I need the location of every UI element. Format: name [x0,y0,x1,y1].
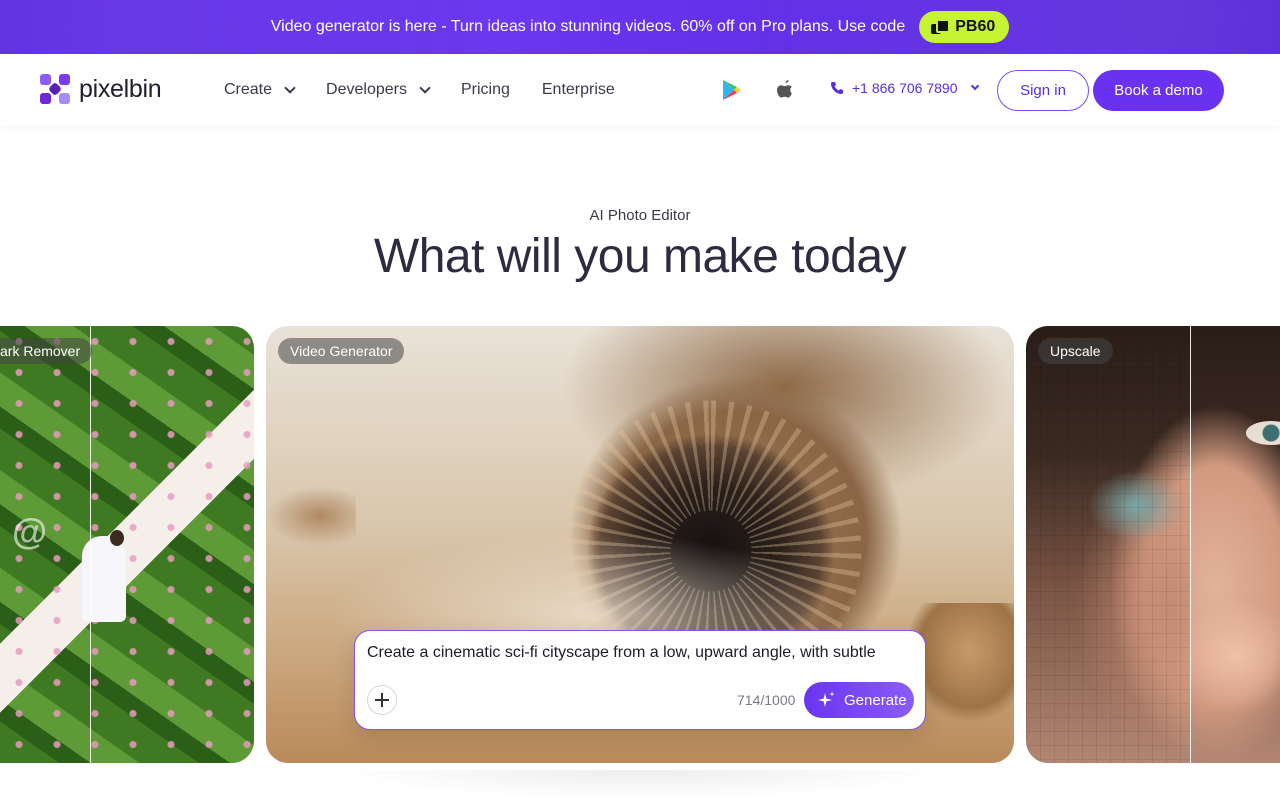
card-label: Video Generator [278,338,405,364]
prompt-input[interactable]: Create a cinematic sci-fi cityscape from… [367,644,907,662]
promo-code-badge[interactable]: PB60 [919,11,1010,43]
card-label: Upscale [1038,338,1113,364]
book-demo-button[interactable]: Book a demo [1093,70,1224,111]
page-title: What will you make today [373,230,907,283]
google-play-icon[interactable] [722,79,742,101]
phone-number: +1 866 706 7890 [852,80,958,96]
nav-enterprise[interactable]: Enterprise [542,81,615,99]
phone-dropdown[interactable]: +1 866 706 7890 [830,80,979,96]
chevron-down-icon [970,81,979,91]
sparkle-icon [818,691,835,707]
comparison-divider[interactable] [1190,326,1191,763]
add-attachment-button[interactable] [367,685,397,715]
nav-create[interactable]: Create [224,81,296,99]
generate-label: Generate [844,691,907,709]
promo-code: PB60 [955,18,996,35]
hero-eyebrow: AI Photo Editor [589,207,691,224]
character-counter: 714/1000 [737,692,796,708]
chevron-down-icon [419,82,431,94]
nav-enterprise-label: Enterprise [541,81,615,98]
pixelbin-logo-icon [40,74,70,104]
card-shadow [330,770,950,800]
watermark-remover-card[interactable]: @ ark Remover [0,326,254,763]
upscale-card[interactable]: Upscale [1026,326,1280,763]
nav-pricing[interactable]: Pricing [461,81,510,99]
logo-text: pixelbin [79,74,162,103]
nav-create-label: Create [224,81,273,98]
nav-developers[interactable]: Developers [326,81,431,99]
figure-head [110,530,124,546]
watermark-glyph: @ [12,511,48,552]
chevron-down-icon [284,82,296,94]
logo[interactable]: pixelbin [40,74,162,104]
promo-text: Video generator is here - Turn ideas int… [270,18,906,35]
site-header: pixelbin Create Developers Pricing Enter… [0,54,1280,126]
figure-image [82,536,126,622]
generate-button[interactable]: Generate [804,682,914,718]
pixelated-image [1026,326,1190,763]
card-label: ark Remover [0,338,93,364]
phone-icon [831,82,843,94]
apple-icon[interactable] [775,78,795,100]
nav-pricing-label: Pricing [460,81,510,98]
promo-banner: Video generator is here - Turn ideas int… [0,0,1280,54]
portrait-image [1246,421,1280,445]
copy-icon [931,19,951,35]
prompt-box: Create a cinematic sci-fi cityscape from… [354,630,926,730]
comparison-divider[interactable] [90,326,91,763]
nav-developers-label: Developers [326,81,407,98]
main-nav: Create Developers Pricing Enterprise [224,54,647,126]
sign-in-button[interactable]: Sign in [997,70,1089,111]
